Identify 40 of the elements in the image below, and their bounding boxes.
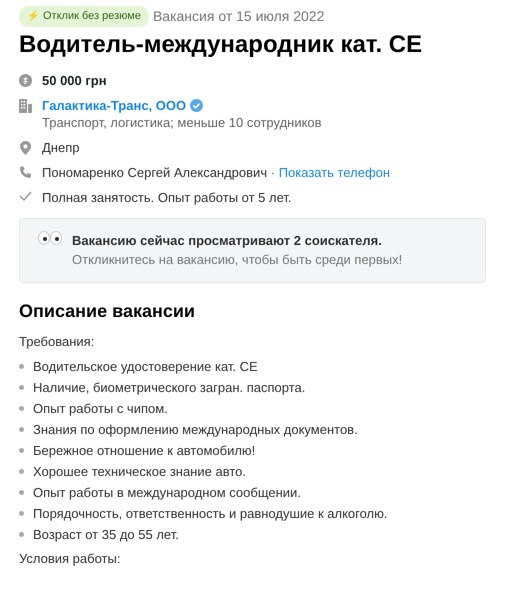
city: Днепр xyxy=(42,140,80,155)
check-icon xyxy=(19,190,32,201)
bullet-icon xyxy=(19,510,24,516)
employment-info: Полная занятость. Опыт работы от 5 лет. xyxy=(42,190,292,205)
bullet-icon xyxy=(19,364,24,369)
conditions-label: Условия работы: xyxy=(19,550,122,568)
show-phone-link[interactable]: Показать телефон xyxy=(278,164,390,180)
requirements-label: Требования: xyxy=(19,333,96,352)
location-pin-icon xyxy=(20,140,31,155)
job-title: Водитель-международник кат. CE xyxy=(19,31,424,60)
bullet-icon xyxy=(19,448,24,453)
bullet-icon xyxy=(19,468,24,474)
requirement-item: Возраст от 35 до 55 лет. xyxy=(33,526,179,543)
requirement-item: Бережное отношение к автомобилю! xyxy=(33,442,256,459)
bullet-icon xyxy=(19,490,24,495)
no-resume-badge: ⚡ Отклик без резюме xyxy=(19,6,149,27)
requirement-item: Порядочность, ответственность и равнодушие к алкоголю. xyxy=(33,504,388,522)
requirement-item: Водительское удостоверение кат. CE xyxy=(33,358,258,375)
requirement-item: Опыт работы в международном сообщении. xyxy=(33,484,301,501)
bullet-icon xyxy=(19,406,24,411)
requirement-item: Хорошее техническое знание авто. xyxy=(33,462,246,480)
company-link[interactable]: Галактика-Транс, ООО xyxy=(42,96,186,114)
requirement-item: Знания по оформлению международных документов. xyxy=(33,420,358,438)
company-info: Транспорт, логистика; меньше 10 сотрудников xyxy=(42,114,322,131)
salary: 50 000 грн xyxy=(42,72,107,88)
eyes-icon xyxy=(38,230,62,245)
separator-dot: · xyxy=(270,164,276,180)
bullet-icon xyxy=(19,384,24,390)
contact-name: Пономаренко Сергей Александрович xyxy=(42,164,268,180)
phone-icon xyxy=(19,166,32,179)
coin-icon xyxy=(19,74,32,87)
requirement-item: Опыт работы с чипом. xyxy=(33,400,168,417)
section-heading: Описание вакансии xyxy=(19,300,196,322)
bullet-icon xyxy=(19,532,24,537)
building-icon xyxy=(19,98,32,113)
posted-date: Вакансия от 15 июля 2022 xyxy=(152,7,324,26)
notice-text: Откликнитесь на вакансию, чтобы быть среди первых! xyxy=(72,251,402,270)
requirement-item: Наличие, биометрического загран. паспорта. xyxy=(33,378,306,396)
bullet-icon xyxy=(19,426,24,432)
notice-title: Вакансию сейчас просматривают 2 соискателя. xyxy=(72,232,383,250)
